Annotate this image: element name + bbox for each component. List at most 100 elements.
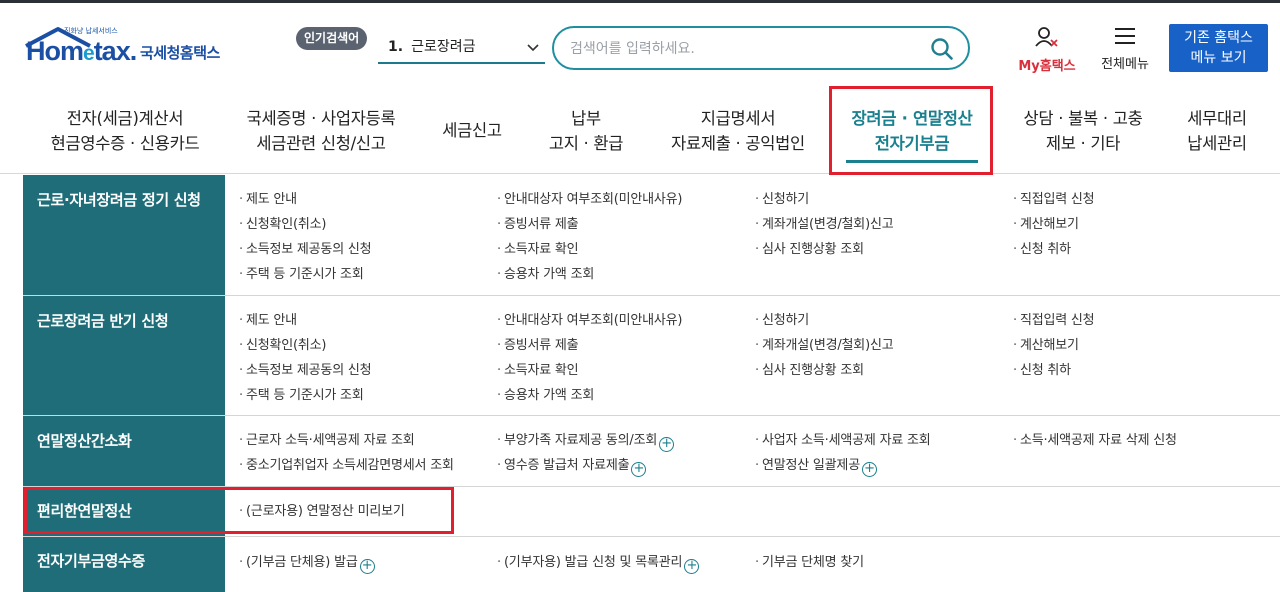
nav-item-tax-return[interactable]: 세금신고 — [432, 118, 512, 143]
all-menu-button[interactable]: 전체메뉴 — [1093, 26, 1157, 72]
menu-link[interactable]: 계산해보기 — [1013, 213, 1079, 232]
menu-link-label: (기부금 단체용) 발급 — [245, 555, 358, 570]
row-links: 제도 안내 안내대상자 여부조회(미안내사유) 신청하기 직접입력 신청 신청확… — [225, 175, 1280, 295]
menu-link[interactable]: 부양가족 자료제공 동의/조회+ — [497, 429, 675, 452]
nav-item-payment[interactable]: 납부 고지 · 환급 — [540, 106, 632, 156]
menu-link[interactable]: 근로자 소득·세액공제 자료 조회 — [239, 429, 415, 448]
menu-link[interactable]: 신청확인(취소) — [239, 334, 327, 353]
my-hometax-label: My홈택스 — [1018, 59, 1076, 74]
nav-item-line1: 국세증명 · 사업자등록 — [246, 109, 396, 128]
nav-item-line1: 지급명세서 — [700, 109, 776, 128]
menu-link[interactable]: 신청 취하 — [1013, 359, 1071, 378]
popular-search-badge: 인기검색어 — [296, 27, 368, 50]
nav-item-line2: 자료제출 · 공익법인 — [671, 134, 805, 153]
menu-link[interactable]: 제도 안내 — [239, 188, 297, 207]
menu-link-label: 부양가족 자료제공 동의/조회 — [503, 433, 658, 448]
menu-link[interactable]: (기부자용) 발급 신청 및 목록관리+ — [497, 551, 700, 574]
menu-link[interactable]: 신청확인(취소) — [239, 213, 327, 232]
menu-link[interactable]: 안내대상자 여부조회(미안내사유) — [497, 188, 683, 207]
chevron-down-icon — [527, 44, 539, 52]
row-title[interactable]: 근로·자녀장려금 정기 신청 — [23, 175, 225, 295]
all-menu-label: 전체메뉴 — [1101, 57, 1149, 72]
plus-circle-icon[interactable]: + — [631, 462, 647, 477]
main-nav: 전자(세금)계산서 현금영수증 · 신용카드 국세증명 · 사업자등록 세금관련… — [0, 84, 1280, 174]
menu-link[interactable]: 소득정보 제공동의 신청 — [239, 238, 372, 257]
menu-link[interactable]: 증빙서류 제출 — [497, 334, 579, 353]
logo-wordmark: Hometax. — [26, 36, 137, 66]
plus-circle-icon[interactable]: + — [861, 462, 877, 477]
plus-circle-icon[interactable]: + — [659, 437, 675, 452]
highlight-box-nav — [829, 86, 993, 175]
menu-link[interactable]: 영수증 발급처 자료제출+ — [497, 454, 647, 477]
row-links: (기부금 단체용) 발급+ (기부자용) 발급 신청 및 목록관리+ 기부금 단… — [225, 537, 1280, 592]
menu-link[interactable]: 직접입력 신청 — [1013, 188, 1095, 207]
nav-item-consultation[interactable]: 상담 · 불복 · 고충 제보 · 기타 — [1010, 106, 1156, 156]
nav-item-line2: 현금영수증 · 신용카드 — [50, 134, 200, 153]
hometax-logo[interactable]: 진화냥 납세서비스 Hometax. 국세청홈택스 — [24, 26, 234, 74]
menu-link-label: (기부자용) 발급 신청 및 목록관리 — [503, 555, 683, 570]
plus-circle-icon[interactable]: + — [684, 559, 700, 574]
highlight-box-row — [24, 487, 454, 534]
menu-link[interactable]: 심사 진행상황 조회 — [755, 359, 864, 378]
nav-item-line2: 고지 · 환급 — [548, 134, 624, 153]
menu-link[interactable]: 심사 진행상황 조회 — [755, 238, 864, 257]
menu-link[interactable]: 기부금 단체명 찾기 — [755, 551, 864, 570]
menu-link[interactable]: 증빙서류 제출 — [497, 213, 579, 232]
nav-item-line1: 세금신고 — [442, 121, 502, 140]
menu-link[interactable]: 제도 안내 — [239, 309, 297, 328]
menu-link[interactable]: 승용차 가액 조회 — [497, 263, 594, 282]
nav-item-payment-statement[interactable]: 지급명세서 자료제출 · 공익법인 — [662, 106, 814, 156]
search-icon[interactable] — [930, 37, 954, 61]
menu-link[interactable]: 계산해보기 — [1013, 334, 1079, 353]
popular-search-select[interactable]: 1. 근로장려금 — [378, 32, 545, 64]
row-title[interactable]: 연말정산간소화 — [23, 416, 225, 486]
nav-item-line1: 납부 — [571, 109, 601, 128]
old-hometax-menu-button[interactable]: 기존 홈택스 메뉴 보기 — [1169, 24, 1268, 72]
logo-subtitle: 국세청홈택스 — [140, 44, 220, 62]
top-border — [0, 0, 1280, 3]
nav-item-tax-agent[interactable]: 세무대리 납세관리 — [1180, 106, 1254, 156]
nav-item-line2: 납세관리 — [1187, 134, 1247, 153]
menu-link[interactable]: 주택 등 기준시가 조회 — [239, 384, 364, 403]
old-home-line2: 메뉴 보기 — [1190, 50, 1247, 66]
my-hometax-button[interactable]: My홈택스 — [1012, 26, 1082, 74]
menu-link-label: 영수증 발급처 자료제출 — [503, 458, 630, 473]
menu-link[interactable]: 신청하기 — [755, 309, 809, 328]
menu-link[interactable]: 중소기업취업자 소득세감면명세서 조회 — [239, 454, 454, 473]
menu-row-half-incentive: 근로장려금 반기 신청 제도 안내 안내대상자 여부조회(미안내사유) 신청하기… — [23, 296, 1280, 416]
menu-link[interactable]: 계좌개설(변경/철회)신고 — [755, 213, 894, 232]
nav-item-line1: 상담 · 불복 · 고충 — [1023, 109, 1143, 128]
row-title[interactable]: 근로장려금 반기 신청 — [23, 296, 225, 415]
menu-link[interactable]: 직접입력 신청 — [1013, 309, 1095, 328]
menu-link[interactable]: 주택 등 기준시가 조회 — [239, 263, 364, 282]
hamburger-menu-icon — [1115, 28, 1135, 44]
menu-link[interactable]: 소득자료 확인 — [497, 238, 579, 257]
user-icon — [1035, 27, 1058, 47]
menu-link[interactable]: 소득정보 제공동의 신청 — [239, 359, 372, 378]
row-title[interactable]: 전자기부금영수증 — [23, 537, 225, 592]
menu-link[interactable]: 신청하기 — [755, 188, 809, 207]
menu-link[interactable]: 소득자료 확인 — [497, 359, 579, 378]
menu-row-year-end-simplified: 연말정산간소화 근로자 소득·세액공제 자료 조회 부양가족 자료제공 동의/조… — [23, 416, 1280, 487]
menu-link-label: 연말정산 일괄제공 — [761, 458, 860, 473]
plus-circle-icon[interactable]: + — [359, 559, 375, 574]
nav-item-e-invoice[interactable]: 전자(세금)계산서 현금영수증 · 신용카드 — [32, 106, 218, 156]
nav-item-line2: 제보 · 기타 — [1045, 134, 1121, 153]
logo-tagline: 진화냥 납세서비스 — [64, 27, 118, 35]
menu-link[interactable]: 신청 취하 — [1013, 238, 1071, 257]
menu-link[interactable]: 승용차 가액 조회 — [497, 384, 594, 403]
menu-link[interactable]: 연말정산 일괄제공+ — [755, 454, 877, 477]
menu-link[interactable]: (기부금 단체용) 발급+ — [239, 551, 375, 574]
menu-row-donation-receipt: 전자기부금영수증 (기부금 단체용) 발급+ (기부자용) 발급 신청 및 목록… — [23, 537, 1280, 592]
row-links: 근로자 소득·세액공제 자료 조회 부양가족 자료제공 동의/조회+ 사업자 소… — [225, 416, 1280, 486]
nav-item-line1: 전자(세금)계산서 — [66, 109, 184, 128]
menu-link[interactable]: 계좌개설(변경/철회)신고 — [755, 334, 894, 353]
nav-item-certificates[interactable]: 국세증명 · 사업자등록 세금관련 신청/신고 — [236, 106, 406, 156]
menu-link[interactable]: 사업자 소득·세액공제 자료 조회 — [755, 429, 931, 448]
menu-link[interactable]: 소득·세액공제 자료 삭제 신청 — [1013, 429, 1177, 448]
search-input[interactable] — [570, 37, 910, 61]
nav-item-line2: 세금관련 신청/신고 — [256, 134, 386, 153]
menu-link[interactable]: 안내대상자 여부조회(미안내사유) — [497, 309, 683, 328]
menu-row-regular-incentive: 근로·자녀장려금 정기 신청 제도 안내 안내대상자 여부조회(미안내사유) 신… — [23, 175, 1280, 296]
old-home-line1: 기존 홈택스 — [1184, 30, 1253, 46]
